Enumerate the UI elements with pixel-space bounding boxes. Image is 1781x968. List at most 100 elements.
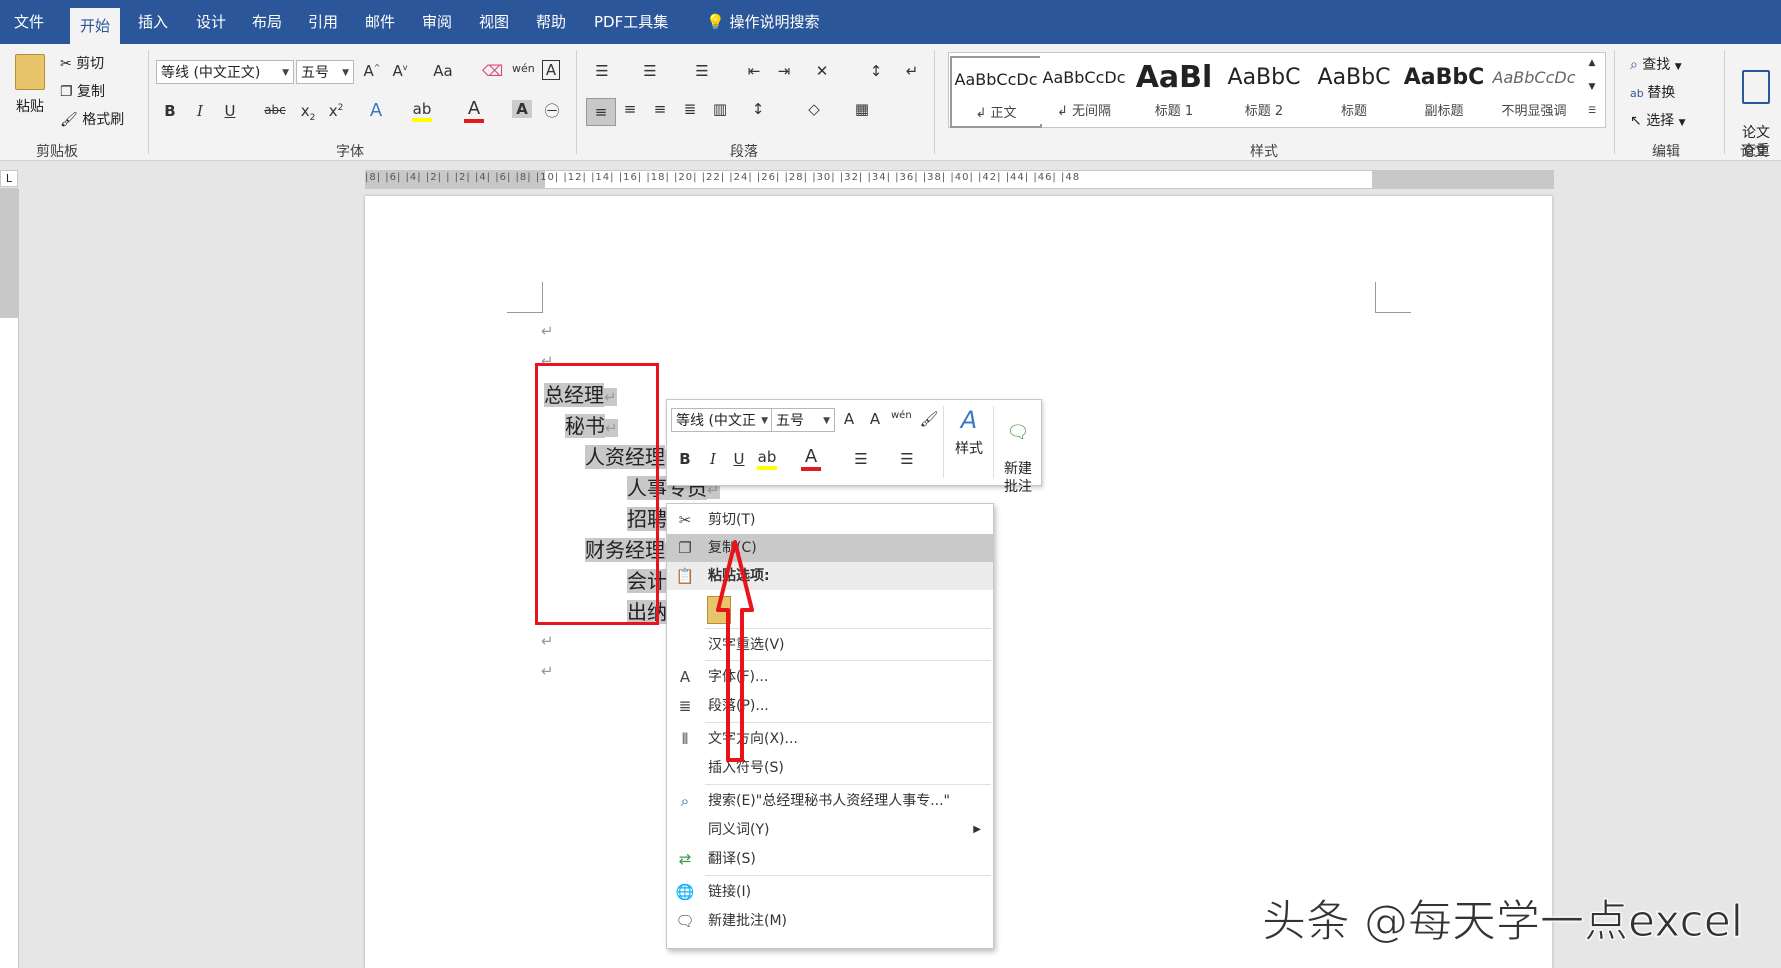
comment-icon: 🗨	[675, 912, 695, 930]
editing-group-label: 编辑	[1652, 144, 1680, 160]
line-spacing-icon[interactable]: ↕	[748, 100, 768, 118]
bold-icon[interactable]: B	[675, 450, 695, 468]
char-shading-icon[interactable]: A	[512, 100, 532, 118]
grow-font-icon[interactable]: A^	[362, 62, 382, 80]
tab-selector[interactable]: L	[0, 170, 18, 187]
tab-pdf-tools[interactable]: PDF工具集	[584, 0, 678, 44]
format-painter-icon[interactable]: 🖌	[919, 410, 939, 428]
mini-new-comment-label: 新建 批注	[1004, 461, 1032, 495]
font-group-label: 字体	[336, 144, 364, 160]
multilevel-list-icon[interactable]: ☰	[692, 62, 712, 80]
tab-home[interactable]: 开始	[70, 8, 121, 44]
chevron-down-icon: ▼	[342, 68, 349, 78]
underline-icon[interactable]: U	[220, 102, 240, 120]
menu-item-link[interactable]: 🌐 链接(I)	[667, 878, 993, 906]
divider	[576, 50, 577, 154]
enclose-char-icon[interactable]: ㊀	[542, 100, 562, 121]
shading-icon[interactable]: ◇	[804, 100, 824, 118]
italic-icon[interactable]: I	[703, 450, 723, 468]
font-color-icon[interactable]: A	[464, 98, 484, 123]
tab-design[interactable]: 设计	[186, 0, 236, 44]
tab-insert[interactable]: 插入	[128, 0, 178, 44]
gallery-up-icon[interactable]: ▲	[1582, 58, 1602, 68]
phonetic-guide-icon[interactable]: wén	[891, 410, 912, 421]
grow-font-icon[interactable]: A	[839, 410, 859, 428]
highlight-icon[interactable]: ab	[757, 448, 777, 470]
cut-button[interactable]: ✂ 剪切	[60, 53, 104, 73]
format-painter-button[interactable]: 🖌 格式刷	[60, 109, 124, 129]
mini-font-select[interactable]: 等线 (中文正 ▼	[671, 408, 773, 432]
mini-styles-button[interactable]: A 样式	[951, 406, 987, 458]
gallery-more-icon[interactable]: ☰	[1582, 106, 1602, 116]
margin-corner-top-left	[507, 282, 543, 313]
sort-icon[interactable]: ↕	[866, 62, 886, 80]
borders-icon[interactable]: ▦	[852, 100, 872, 118]
shrink-font-icon[interactable]: Av	[390, 62, 410, 80]
increase-indent-icon[interactable]: ⇥	[774, 62, 794, 80]
paste-button[interactable]: 粘贴	[10, 54, 50, 116]
highlight-icon[interactable]: ab	[412, 100, 432, 122]
select-button[interactable]: ↖ 选择 ▼	[1630, 110, 1686, 130]
strikethrough-icon[interactable]: abc	[262, 103, 288, 117]
chevron-right-icon: ▶	[973, 824, 981, 835]
tab-help[interactable]: 帮助	[526, 0, 576, 44]
menu-item-new-comment[interactable]: 🗨 新建批注(M)	[667, 907, 993, 935]
gallery-down-icon[interactable]: ▼	[1582, 82, 1602, 92]
subscript-icon[interactable]: x2	[298, 102, 318, 123]
find-button[interactable]: ⌕ 查找 ▼	[1630, 54, 1682, 74]
bullets-icon[interactable]: ☰	[592, 62, 612, 80]
tab-references[interactable]: 引用	[298, 0, 348, 44]
style-heading-2-name: 标题 2	[1244, 104, 1284, 119]
align-right-icon[interactable]: ≡	[650, 100, 670, 118]
font-size-select[interactable]: 五号 ▼	[296, 60, 354, 84]
tab-file[interactable]: 文件	[4, 0, 54, 44]
italic-icon[interactable]: I	[190, 102, 210, 120]
style-no-spacing[interactable]: AaBbCcDc ↲ 无间隔	[1040, 56, 1128, 124]
align-center-icon[interactable]: ≡	[620, 100, 640, 118]
style-no-spacing-preview: AaBbCcDc	[1042, 68, 1126, 87]
style-heading-1[interactable]: AaBl 标题 1	[1130, 56, 1218, 124]
style-normal[interactable]: AaBbCcDc ↲ 正文	[950, 56, 1042, 128]
numbering-icon[interactable]: ☰	[640, 62, 660, 80]
align-left-icon[interactable]: ≡	[586, 98, 616, 126]
font-color-icon[interactable]: A	[801, 446, 821, 471]
tab-view[interactable]: 视图	[469, 0, 519, 44]
style-title[interactable]: AaBbC 标题	[1310, 56, 1398, 124]
annotation-arrow	[716, 540, 754, 762]
clear-format-icon[interactable]: ⌫	[482, 62, 503, 80]
font-name-select[interactable]: 等线 (中文正文) ▼	[156, 60, 294, 84]
tab-layout[interactable]: 布局	[242, 0, 292, 44]
mini-size-select[interactable]: 五号 ▼	[771, 408, 835, 432]
char-border-icon[interactable]: A	[542, 60, 560, 80]
menu-item-synonyms[interactable]: 同义词(Y) ▶	[667, 816, 993, 844]
shrink-font-icon[interactable]: A	[865, 410, 885, 428]
bullets-icon[interactable]: ☰	[851, 450, 871, 468]
style-subtitle[interactable]: AaBbC 副标题	[1400, 56, 1488, 124]
replace-button[interactable]: ab 替换	[1630, 82, 1675, 102]
style-heading-2[interactable]: AaBbC 标题 2	[1220, 56, 1308, 124]
underline-icon[interactable]: U	[729, 450, 749, 468]
change-case-icon[interactable]: Aa	[428, 62, 458, 80]
justify-icon[interactable]: ≣	[680, 100, 700, 118]
menu-item-translate[interactable]: ⇄ 翻译(S)	[667, 845, 993, 873]
show-marks-icon[interactable]: ↵	[902, 62, 922, 80]
horizontal-ruler[interactable]: |8| |6| |4| |2| | |2| |4| |6| |8| |10| |…	[365, 170, 1554, 189]
tell-me-search[interactable]: 💡 操作说明搜索	[696, 0, 829, 44]
text-effects-icon[interactable]: A	[366, 100, 386, 121]
copy-button[interactable]: ❐ 复制	[60, 81, 105, 101]
bold-icon[interactable]: B	[160, 102, 180, 120]
char-scaling-icon[interactable]: ✕	[812, 62, 832, 80]
distributed-icon[interactable]: ▥	[710, 100, 730, 118]
numbering-icon[interactable]: ☰	[897, 450, 917, 468]
decrease-indent-icon[interactable]: ⇤	[744, 62, 764, 80]
tab-review[interactable]: 审阅	[412, 0, 462, 44]
phonetic-guide-icon[interactable]: wén	[512, 62, 535, 75]
find-label: 查找	[1642, 57, 1671, 73]
style-subtle-emphasis[interactable]: AaBbCcDc 不明显强调	[1490, 56, 1578, 124]
menu-item-search[interactable]: ⌕ 搜索(E)"总经理秘书人资经理人事专..."	[667, 787, 993, 815]
superscript-icon[interactable]: x2	[326, 102, 346, 120]
menu-item-cut[interactable]: ✂ 剪切(T)	[667, 506, 993, 534]
mini-new-comment-button[interactable]: 🗨 新建 批注	[999, 406, 1037, 496]
tab-mailings[interactable]: 邮件	[355, 0, 405, 44]
vertical-ruler[interactable]	[0, 188, 19, 968]
